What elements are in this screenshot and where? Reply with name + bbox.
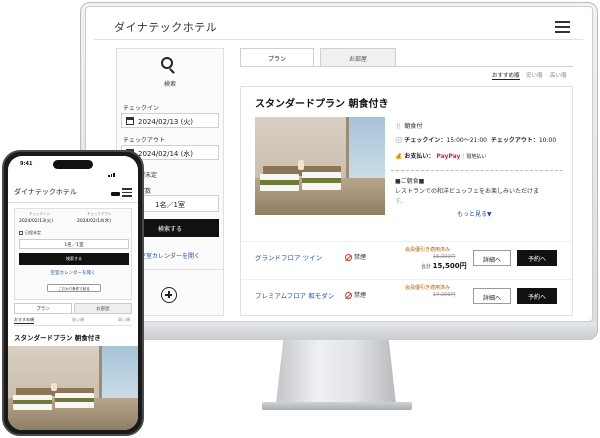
original-price: 16,000円 <box>433 254 456 260</box>
imac-stand <box>276 340 396 404</box>
imac-chin <box>81 322 597 340</box>
room-row: グランドフロア ツイン 禁煙 会員優引き適用済み 16,000円 合計 15,5… <box>241 241 572 275</box>
guests-select[interactable]: 1名／1室 <box>19 239 129 249</box>
total-label: 合計 <box>421 264 432 270</box>
member-discount-label: 会員優引き適用済み <box>405 285 451 291</box>
plan-title[interactable]: スタンダードプラン 朝食付き <box>255 95 388 110</box>
breakfast-text-fade: す。 <box>395 198 407 205</box>
search-panel: チェックイン 2024/02/13(火) チェックアウト 2024/02/14(… <box>14 208 132 300</box>
checkin-time-value: 15:00～21:00 <box>446 137 488 144</box>
checkout-label: チェックアウト <box>123 137 166 144</box>
undecided-checkbox[interactable]: 日程未定 <box>19 230 41 236</box>
checkin-time-label: チェックイン： <box>404 137 447 144</box>
sort-expensive[interactable]: 高い順 <box>550 71 567 79</box>
header-divider <box>8 202 138 203</box>
sort-recommended[interactable]: おすすめ順 <box>492 71 520 80</box>
meal-icon: 🍴 <box>395 123 403 130</box>
room-photo[interactable] <box>255 117 385 215</box>
room-name[interactable]: グランドフロア ツイン <box>255 252 322 262</box>
desktop-screen: ダイナテックホテル 検索 チェックイン 2024/02/13 (火) チェックア… <box>94 12 583 316</box>
original-price: 17,000円 <box>433 292 456 298</box>
no-smoking-icon <box>345 254 352 261</box>
checkout-date-field[interactable]: 2024/02/14(水) <box>77 218 111 224</box>
onsite-payment-text: 現地払い <box>466 154 487 160</box>
wallet-icon: 💰 <box>395 153 403 160</box>
search-icon <box>161 57 177 75</box>
checkin-date-value: 2024/02/13 (火) <box>138 118 194 126</box>
site-title[interactable]: ダイナテックホテル <box>114 19 217 35</box>
tab-plan[interactable]: プラン <box>14 303 72 313</box>
tab-rooms[interactable]: お部屋 <box>74 303 132 313</box>
sort-expensive[interactable]: 高い順 <box>118 317 130 323</box>
sort-cheapest[interactable]: 安い順 <box>526 71 543 79</box>
breakfast-text: レストランでの和洋ビュッフェをお楽しみいただけま <box>395 188 540 195</box>
show-more-link[interactable]: もっと見る▼ <box>457 209 492 218</box>
sort-recommended[interactable]: おすすめ順 <box>14 317 34 324</box>
checkout-label: チェックアウト <box>87 212 112 216</box>
tab-divider <box>240 66 573 67</box>
dashed-divider <box>391 170 563 171</box>
dynamic-island <box>53 160 93 169</box>
member-discount-label: 会員優引き適用済み <box>405 247 451 253</box>
payment-label: お支払い： <box>404 153 435 160</box>
checkin-label: チェックイン <box>29 212 50 216</box>
sort-cheapest[interactable]: 安い順 <box>72 317 84 323</box>
checkout-time-value: 10:00 <box>538 137 557 144</box>
check-times: 🕓 チェックイン：15:00～21:00 チェックアウト：10:00 <box>395 135 556 144</box>
reserve-button[interactable]: 予約へ <box>517 288 557 304</box>
room-name[interactable]: プレミアムフロア 和モダン <box>255 290 334 300</box>
room-row: プレミアムフロア 和モダン 禁煙 会員優引き適用済み 17,000円 詳細へ 予… <box>241 279 572 313</box>
search-header: 検索 <box>117 49 223 91</box>
clock-icon: 🕓 <box>395 137 403 144</box>
sort-divider <box>14 325 132 326</box>
calendar-icon <box>126 117 134 125</box>
checkin-date-field[interactable]: 2024/02/13(火) <box>19 218 53 224</box>
reserve-button[interactable]: 予約へ <box>517 250 557 266</box>
detail-button[interactable]: 詳細へ <box>473 250 511 266</box>
plan-card: スタンダードプラン 朝食付き 🍴 朝食付 🕓 チェックイン：15:00～21:0… <box>240 86 573 316</box>
mobile-screen: 9:41 ダイナテックホテル チェックイン 2024/02/13(火) チェック… <box>8 156 138 430</box>
checkout-time-label: チェックアウト： <box>490 137 539 144</box>
tab-rooms[interactable]: お部屋 <box>320 48 396 66</box>
smoking-text: 禁煙 <box>354 292 367 299</box>
phone-frame: 9:41 ダイナテックホテル チェックイン 2024/02/13(火) チェック… <box>2 150 144 436</box>
site-title[interactable]: ダイナテックホテル <box>14 187 77 197</box>
total-price: 合計 15,500円 <box>421 261 467 271</box>
payment-info: 💰 お支払い： PayPay / 現地払い <box>395 153 487 160</box>
meal-info: 🍴 朝食付 <box>395 121 422 130</box>
smoking-text: 禁煙 <box>354 254 367 261</box>
no-smoking-icon <box>345 292 352 299</box>
paypay-logo: PayPay <box>436 153 461 160</box>
hamburger-menu-icon[interactable] <box>555 21 570 33</box>
room-photo[interactable] <box>8 346 138 430</box>
search-label: 検索 <box>163 81 176 88</box>
checkin-label: チェックイン <box>123 105 160 112</box>
imac-stand-base <box>262 402 412 410</box>
smoking-badge: 禁煙 <box>345 290 366 299</box>
status-time: 9:41 <box>20 161 33 167</box>
checkout-date-value: 2024/02/14 (水) <box>138 150 194 158</box>
smoking-badge: 禁煙 <box>345 252 366 261</box>
hamburger-menu-icon[interactable] <box>122 188 132 197</box>
plus-icon[interactable] <box>161 287 177 303</box>
site-header: ダイナテックホテル <box>94 12 583 40</box>
search-button[interactable]: 検索する <box>19 253 129 265</box>
status-icons <box>108 162 130 196</box>
breakfast-description: ■ご朝食■ レストランでの和洋ビュッフェをお楽しみいただけま す。 <box>395 177 539 207</box>
breakfast-heading: ■ご朝食■ <box>395 178 425 185</box>
price-value: 15,500円 <box>432 262 467 270</box>
meal-text: 朝食付 <box>404 123 423 130</box>
tab-plan[interactable]: プラン <box>240 48 314 66</box>
detail-button[interactable]: 詳細へ <box>473 288 511 304</box>
plan-title[interactable]: スタンダードプラン 朝食付き <box>14 332 101 342</box>
filter-button[interactable]: こだわり条件で絞る <box>47 284 101 292</box>
undecided-label: 日程未定 <box>25 230 41 235</box>
calendar-link[interactable]: 空室カレンダーを開く <box>15 270 131 276</box>
checkin-date-field[interactable]: 2024/02/13 (火) <box>121 113 219 128</box>
tab-divider <box>14 313 132 314</box>
